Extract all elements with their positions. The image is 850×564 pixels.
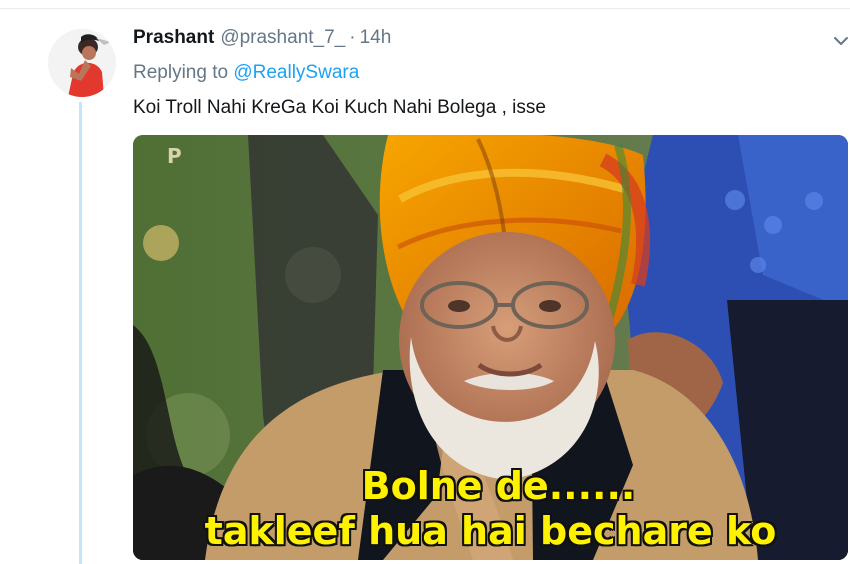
user-handle[interactable]: @prashant_7_ [220,25,345,51]
thread-connector-line [79,102,82,564]
top-divider [0,8,850,9]
meme-caption-line-1: Bolne de...... [361,464,636,508]
watermark-text: P [167,144,182,168]
replying-to-line: Replying to @ReallySwara [133,60,359,86]
tweet-text: Koi Troll Nahi KreGa Koi Kuch Nahi Boleg… [133,97,546,118]
chevron-down-icon-svg [834,37,848,45]
avatar-image [48,29,116,97]
tweet-timestamp[interactable]: 14h [360,25,392,51]
chevron-down-icon[interactable] [833,33,849,49]
tweet-header: Prashant @prashant_7_ · 14h [133,25,391,51]
replying-to-link[interactable]: @ReallySwara [233,62,359,83]
tweet-media-image[interactable]: P Bolne de...... takleef hua hai bechare… [133,135,848,560]
tweet-page: Prashant @prashant_7_ · 14h Replying to … [0,0,850,564]
display-name[interactable]: Prashant [133,25,214,51]
separator-dot: · [349,27,356,48]
meme-caption-line-2: takleef hua hai bechare ko [204,509,777,553]
avatar[interactable] [48,29,116,97]
replying-prefix: Replying to [133,62,229,83]
